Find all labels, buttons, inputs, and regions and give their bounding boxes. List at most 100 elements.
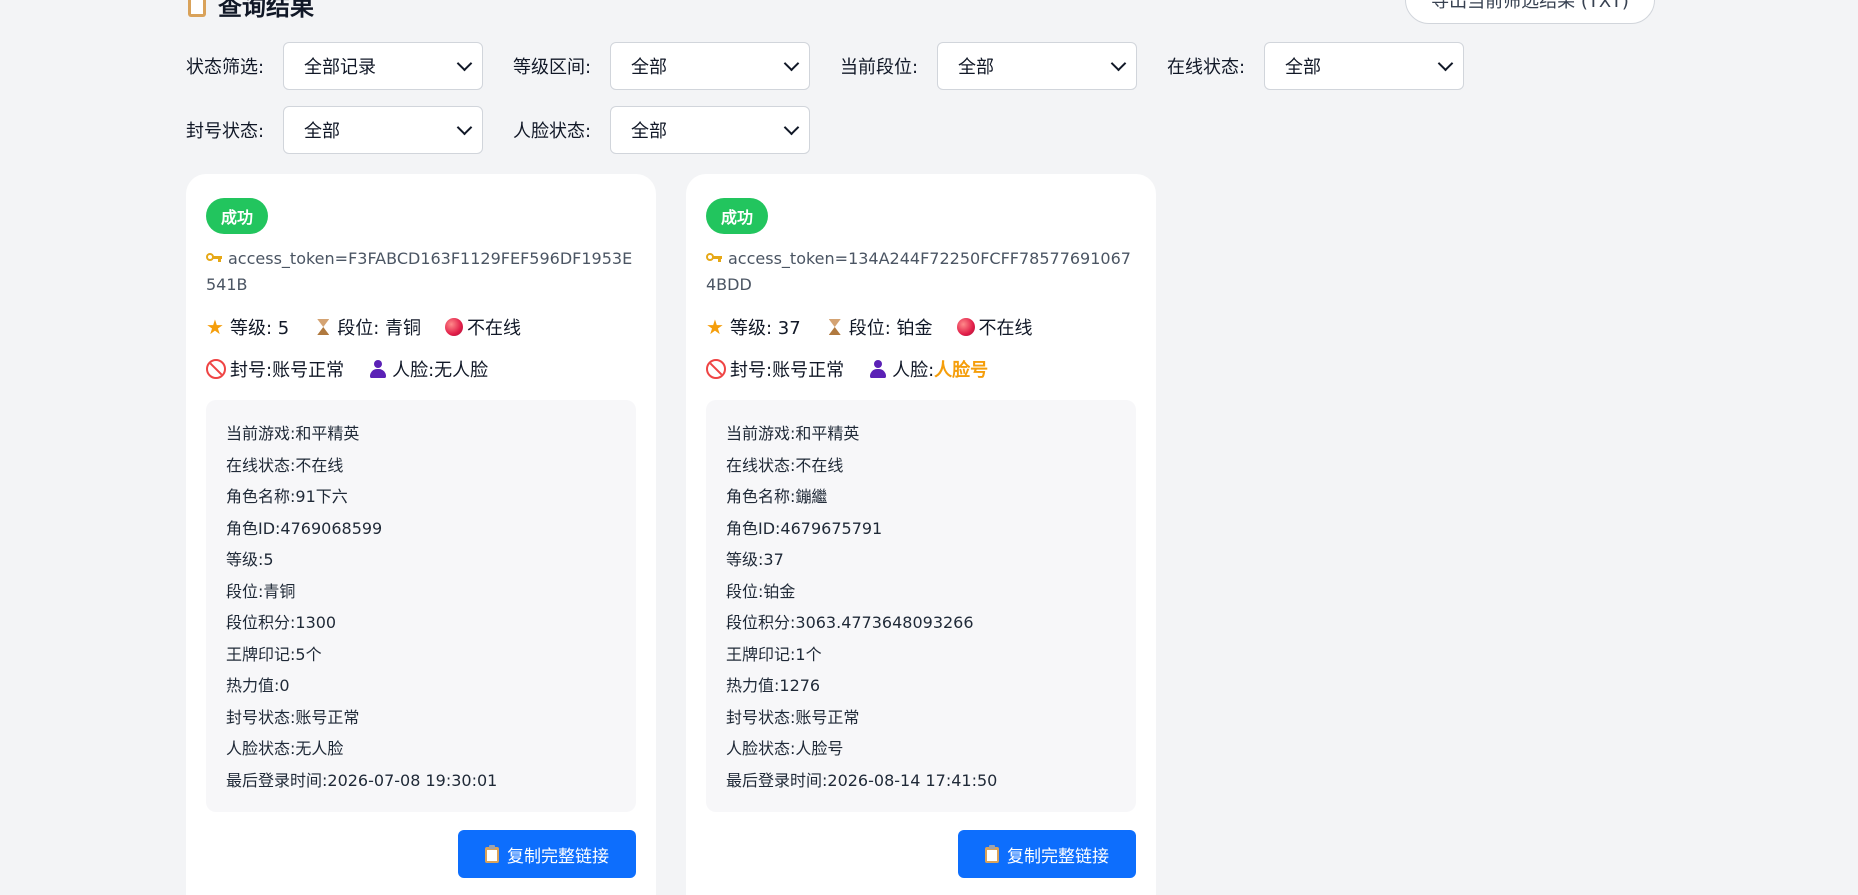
filter-level-value: 全部 (631, 57, 667, 78)
filter-face: 人脸状态: 全部 (513, 106, 810, 154)
level-stat: ★ 等级: 37 (706, 314, 801, 340)
details-panel: 当前游戏:和平精英 在线状态:不在线 角色名称:91下六 角色ID:476906… (206, 400, 636, 812)
detail-rank: 段位:青铜 (226, 581, 296, 601)
chevron-down-icon (1437, 55, 1454, 72)
ban-text: 封号:账号正常 (730, 360, 845, 381)
filter-ban-select[interactable]: 全部 (283, 106, 483, 154)
export-txt-button[interactable]: 导出当前筛选结果 (TXT) (1405, 0, 1655, 24)
filter-level-label: 等级区间: (513, 57, 592, 78)
ban-stat: 封号:账号正常 (206, 356, 344, 382)
results-page: 查询结果 导出当前筛选结果 (TXT) 状态筛选: 全部记录 等级区间: 全部 … (0, 0, 1858, 895)
hourglass-icon (825, 317, 845, 337)
clipboard-icon (186, 0, 208, 17)
key-icon (206, 251, 222, 265)
level-text: 等级: 37 (730, 318, 801, 339)
person-icon (368, 359, 388, 379)
detail-level: 等级:37 (726, 550, 784, 569)
filter-row-2: 封号状态: 全部 人脸状态: 全部 (186, 106, 840, 154)
detail-last-login: 最后登录时间:2026-08-14 17:41:50 (726, 770, 998, 790)
detail-role-name: 角色名称:91下六 (226, 487, 348, 506)
stats-row: ★ 等级: 37 段位: 铂金 不在线 (706, 312, 1136, 342)
result-card: 成功 access_token=134A244F72250FCFF7857769… (686, 174, 1156, 895)
face-label: 人脸: (892, 360, 935, 381)
ban-stat: 封号:账号正常 (706, 356, 844, 382)
stats-row: ★ 等级: 5 段位: 青铜 不在线 (206, 312, 636, 342)
detail-ban-status: 封号状态:账号正常 (726, 707, 860, 727)
results-header: 查询结果 (186, 0, 314, 24)
online-stat: 不在线 (956, 314, 1033, 340)
detail-face-status: 人脸状态:人脸号 (726, 739, 844, 758)
person-icon (868, 359, 888, 379)
copy-link-button[interactable]: 复制完整链接 (958, 830, 1136, 878)
status-row: 封号:账号正常 人脸: 人脸号 (706, 354, 1136, 384)
detail-game: 当前游戏:和平精英 (226, 424, 360, 443)
page-title: 查询结果 (218, 0, 314, 21)
star-icon: ★ (206, 315, 224, 339)
face-label: 人脸: (392, 360, 435, 381)
detail-face-status: 人脸状态:无人脸 (226, 739, 344, 758)
detail-role-id: 角色ID:4769068599 (226, 518, 383, 538)
filter-status: 状态筛选: 全部记录 (186, 42, 483, 90)
status-badge: 成功 (706, 198, 769, 234)
hourglass-icon (313, 317, 333, 337)
detail-ban-status: 封号状态:账号正常 (226, 707, 360, 727)
rank-stat: 段位: 铂金 (825, 314, 933, 340)
filter-face-select[interactable]: 全部 (610, 106, 810, 154)
level-stat: ★ 等级: 5 (206, 314, 289, 340)
filter-ban: 封号状态: 全部 (186, 106, 483, 154)
clipboard-icon (985, 845, 999, 863)
filter-rank-select[interactable]: 全部 (937, 42, 1137, 90)
details-panel: 当前游戏:和平精英 在线状态:不在线 角色名称:鏰繼 角色ID:46796757… (706, 400, 1136, 812)
online-text: 不在线 (467, 318, 522, 339)
filter-status-label: 状态筛选: (186, 57, 265, 78)
detail-role-name: 角色名称:鏰繼 (726, 487, 828, 506)
filter-online-label: 在线状态: (1167, 57, 1246, 78)
face-stat: 人脸: 无人脸 (368, 356, 488, 382)
chevron-down-icon (456, 119, 473, 136)
filter-level: 等级区间: 全部 (513, 42, 810, 90)
access-token-text: access_token=134A244F72250FCFF7857769106… (706, 249, 1131, 294)
detail-rank-points: 段位积分:1300 (226, 613, 337, 632)
detail-heat: 热力值:1276 (726, 676, 821, 695)
detail-rank-points: 段位积分:3063.4773648093266 (726, 613, 974, 632)
filter-online: 在线状态: 全部 (1167, 42, 1464, 90)
filter-ban-label: 封号状态: (186, 121, 265, 142)
detail-last-login: 最后登录时间:2026-07-08 19:30:01 (226, 770, 498, 790)
copy-link-label: 复制完整链接 (507, 846, 609, 867)
copy-link-button[interactable]: 复制完整链接 (458, 830, 636, 878)
detail-game: 当前游戏:和平精英 (726, 424, 860, 443)
red-dot-icon (445, 318, 464, 336)
filter-face-value: 全部 (631, 121, 667, 142)
face-stat: 人脸: 人脸号 (868, 356, 988, 382)
filter-row-1: 状态筛选: 全部记录 等级区间: 全部 当前段位: 全部 在线状态: 全部 (186, 42, 1494, 90)
filter-ban-value: 全部 (304, 121, 340, 142)
filter-status-value: 全部记录 (304, 57, 376, 78)
detail-online: 在线状态:不在线 (226, 455, 344, 475)
detail-rank: 段位:铂金 (726, 581, 796, 601)
key-icon (706, 251, 722, 265)
detail-heat: 热力值:0 (226, 676, 290, 695)
ban-text: 封号:账号正常 (230, 360, 345, 381)
filter-level-select[interactable]: 全部 (610, 42, 810, 90)
detail-ace-marks: 王牌印记:5个 (226, 644, 322, 664)
chevron-down-icon (456, 55, 473, 72)
filter-rank-value: 全部 (958, 57, 994, 78)
level-text: 等级: 5 (230, 318, 290, 339)
filter-status-select[interactable]: 全部记录 (283, 42, 483, 90)
rank-stat: 段位: 青铜 (313, 314, 421, 340)
copy-link-label: 复制完整链接 (1007, 846, 1109, 867)
clipboard-icon (485, 845, 499, 863)
filter-online-select[interactable]: 全部 (1264, 42, 1464, 90)
rank-text: 段位: 铂金 (848, 318, 933, 339)
red-dot-icon (956, 318, 975, 336)
detail-online: 在线状态:不在线 (726, 455, 844, 475)
prohibited-icon (206, 359, 226, 379)
detail-ace-marks: 王牌印记:1个 (726, 644, 822, 664)
status-badge: 成功 (206, 198, 269, 234)
filter-online-value: 全部 (1285, 57, 1321, 78)
online-text: 不在线 (978, 318, 1033, 339)
status-row: 封号:账号正常 人脸: 无人脸 (206, 354, 636, 384)
filter-face-label: 人脸状态: (513, 121, 592, 142)
online-stat: 不在线 (445, 314, 521, 340)
chevron-down-icon (783, 55, 800, 72)
